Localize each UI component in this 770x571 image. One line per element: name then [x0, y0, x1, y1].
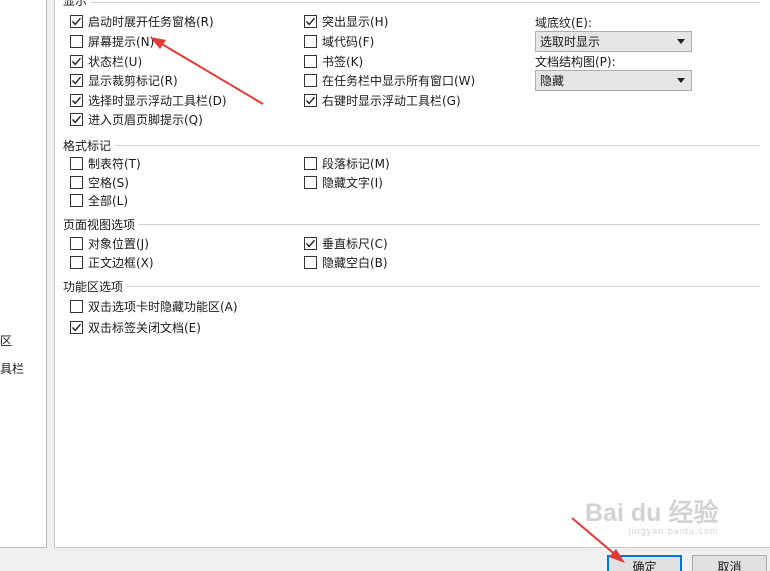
- group-header-page-view: 页面视图选项: [63, 218, 136, 232]
- checkbox-box[interactable]: [70, 236, 83, 250]
- checkbox-box[interactable]: [70, 193, 83, 207]
- checkbox-label: 域代码(F): [322, 34, 375, 49]
- checkbox-box[interactable]: [304, 14, 317, 28]
- checkbox-box[interactable]: [70, 54, 83, 68]
- checkbox-field-codes[interactable]: 域代码(F): [304, 33, 374, 49]
- chevron-down-icon: [677, 78, 685, 83]
- checkbox-box[interactable]: [70, 156, 83, 170]
- nav-item-fragment[interactable]: 区: [0, 332, 12, 349]
- group-divider: [139, 224, 760, 225]
- checkbox-expand-task-pane[interactable]: 启动时展开任务窗格(R): [70, 13, 214, 29]
- checkbox-label: 垂直标尺(C): [322, 236, 388, 251]
- checkbox-hidden-text[interactable]: 隐藏文字(I): [304, 174, 383, 190]
- checkbox-label: 突出显示(H): [322, 14, 389, 29]
- checkbox-box[interactable]: [70, 14, 83, 28]
- ok-button[interactable]: 确定: [607, 555, 682, 571]
- checkbox-label: 状态栏(U): [88, 54, 143, 69]
- field-shading-select[interactable]: 选取时显示: [535, 31, 692, 52]
- checkbox-hide-whitespace[interactable]: 隐藏空白(B): [304, 254, 388, 270]
- checkbox-label: 全部(L): [88, 193, 129, 208]
- checkbox-label: 双击标签关闭文档(E): [88, 320, 201, 335]
- group-divider: [91, 2, 760, 3]
- checkbox-box[interactable]: [70, 255, 83, 269]
- checkbox-show-all-windows[interactable]: 在任务栏中显示所有窗口(W): [304, 72, 475, 88]
- checkbox-label: 启动时展开任务窗格(R): [88, 14, 214, 29]
- checkbox-box[interactable]: [304, 175, 317, 189]
- view-options-panel: 显示 启动时展开任务窗格(R) 屏幕提示(N) 状态栏(U) 显示裁剪标记(R)…: [54, 0, 770, 548]
- checkbox-label: 正文边框(X): [88, 255, 154, 270]
- checkbox-box[interactable]: [70, 93, 83, 107]
- checkbox-box[interactable]: [304, 236, 317, 250]
- checkbox-label: 进入页眉页脚提示(Q): [88, 112, 203, 127]
- checkbox-box[interactable]: [304, 255, 317, 269]
- checkbox-label: 在任务栏中显示所有窗口(W): [322, 73, 476, 88]
- checkbox-label: 空格(S): [88, 175, 129, 190]
- checkbox-label: 屏幕提示(N): [88, 34, 155, 49]
- checkbox-label: 隐藏文字(I): [322, 175, 383, 190]
- nav-item-fragment[interactable]: 具栏: [0, 360, 24, 377]
- checkbox-text-boundaries[interactable]: 正文边框(X): [70, 254, 154, 270]
- checkbox-box[interactable]: [70, 299, 83, 313]
- checkbox-box[interactable]: [304, 54, 317, 68]
- checkbox-label: 双击选项卡时隐藏功能区(A): [88, 299, 238, 314]
- checkbox-all-marks[interactable]: 全部(L): [70, 192, 128, 208]
- doc-map-select[interactable]: 隐藏: [535, 70, 692, 91]
- doc-map-label: 文档结构图(P):: [535, 55, 616, 69]
- checkbox-label: 制表符(T): [88, 156, 141, 171]
- checkbox-box[interactable]: [70, 73, 83, 87]
- checkbox-label: 书签(K): [322, 54, 364, 69]
- cancel-button[interactable]: 取消: [692, 555, 767, 571]
- group-header-display: 显示: [63, 0, 88, 8]
- group-header-format-marks: 格式标记: [63, 139, 112, 153]
- checkbox-status-bar[interactable]: 状态栏(U): [70, 53, 142, 69]
- checkbox-box[interactable]: [304, 73, 317, 87]
- checkbox-header-footer-hint[interactable]: 进入页眉页脚提示(Q): [70, 111, 203, 127]
- checkbox-bookmarks[interactable]: 书签(K): [304, 53, 363, 69]
- checkbox-floating-toolbar-select[interactable]: 选择时显示浮动工具栏(D): [70, 92, 227, 108]
- group-header-ribbon: 功能区选项: [63, 280, 124, 294]
- checkbox-box[interactable]: [304, 93, 317, 107]
- group-divider: [127, 286, 760, 287]
- select-value: 隐藏: [540, 74, 565, 88]
- checkbox-box[interactable]: [70, 112, 83, 126]
- checkbox-box[interactable]: [70, 175, 83, 189]
- chevron-down-icon: [677, 39, 685, 44]
- checkbox-box[interactable]: [304, 34, 317, 48]
- checkbox-crop-marks[interactable]: 显示裁剪标记(R): [70, 72, 178, 88]
- checkbox-dblclick-hide-ribbon[interactable]: 双击选项卡时隐藏功能区(A): [70, 298, 238, 314]
- checkbox-label: 对象位置(J): [88, 236, 149, 251]
- field-shading-label: 域底纹(E):: [535, 16, 592, 30]
- checkbox-vertical-ruler[interactable]: 垂直标尺(C): [304, 235, 388, 251]
- checkbox-box[interactable]: [70, 320, 83, 334]
- checkbox-dblclick-close-doc[interactable]: 双击标签关闭文档(E): [70, 319, 201, 335]
- select-value: 选取时显示: [540, 35, 601, 49]
- checkbox-object-anchors[interactable]: 对象位置(J): [70, 235, 149, 251]
- options-nav-pane: 区 具栏: [0, 0, 47, 548]
- checkbox-spaces[interactable]: 空格(S): [70, 174, 129, 190]
- checkbox-label: 右键时显示浮动工具栏(G): [322, 93, 461, 108]
- checkbox-paragraph-marks[interactable]: 段落标记(M): [304, 155, 390, 171]
- checkbox-label: 隐藏空白(B): [322, 255, 388, 270]
- checkbox-tab-marks[interactable]: 制表符(T): [70, 155, 141, 171]
- checkbox-screen-tips[interactable]: 屏幕提示(N): [70, 33, 154, 49]
- checkbox-box[interactable]: [70, 34, 83, 48]
- checkbox-label: 段落标记(M): [322, 156, 390, 171]
- group-divider: [115, 145, 760, 146]
- checkbox-highlight[interactable]: 突出显示(H): [304, 13, 388, 29]
- checkbox-label: 选择时显示浮动工具栏(D): [88, 93, 227, 108]
- checkbox-box[interactable]: [304, 156, 317, 170]
- checkbox-label: 显示裁剪标记(R): [88, 73, 178, 88]
- checkbox-floating-toolbar-rightclick[interactable]: 右键时显示浮动工具栏(G): [304, 92, 461, 108]
